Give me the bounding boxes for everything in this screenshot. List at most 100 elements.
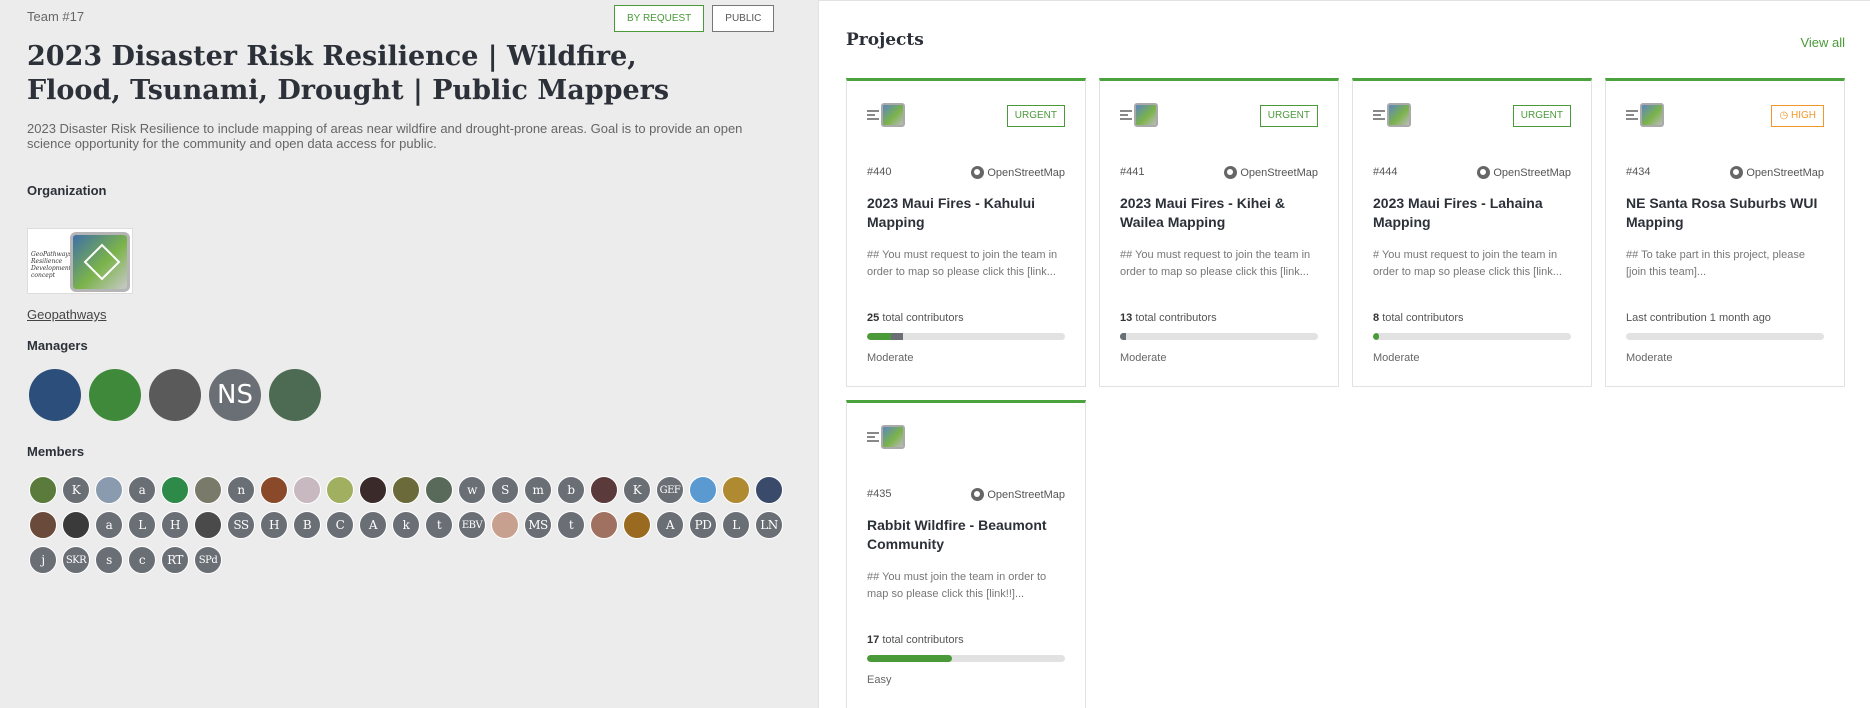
openstreetmap-icon (971, 166, 985, 179)
member-avatar[interactable]: SS (227, 511, 255, 539)
list-icon (1120, 110, 1132, 120)
member-avatar[interactable]: t (557, 511, 585, 539)
member-avatar[interactable] (623, 511, 651, 539)
member-avatar[interactable]: t (425, 511, 453, 539)
member-avatar[interactable]: MS (524, 511, 552, 539)
member-avatar[interactable] (161, 476, 189, 504)
project-card[interactable]: URGENT #440 OpenStreetMap 2023 Maui Fires -… (846, 78, 1086, 387)
member-avatar[interactable]: GEF (656, 476, 684, 504)
organization-logo[interactable]: GeoPathways Resilience Development conce… (27, 228, 133, 294)
last-contribution: Last contribution 1 month ago (1626, 312, 1771, 324)
project-title[interactable]: 2023 Maui Fires - Kihei & Wailea Mapping (1120, 194, 1318, 232)
member-avatar[interactable]: PD (689, 511, 717, 539)
member-avatar[interactable]: A (656, 511, 684, 539)
member-avatar[interactable] (62, 511, 90, 539)
manager-avatar[interactable] (269, 369, 321, 421)
team-details-panel: Team #17 BY REQUEST PUBLIC 2023 Disaster… (0, 0, 818, 708)
member-avatar[interactable] (95, 476, 123, 504)
contributors-info: 13 total contributors (1120, 312, 1318, 324)
difficulty-label: Moderate (1626, 352, 1673, 364)
contributor-count: 17 (867, 634, 880, 646)
member-avatar[interactable]: a (128, 476, 156, 504)
project-card[interactable]: ◷ HIGH #434 OpenStreetMap NE Santa Rosa Sub… (1605, 78, 1845, 387)
member-avatar[interactable]: K (62, 476, 90, 504)
priority-badge: URGENT (1512, 105, 1571, 127)
member-avatar[interactable]: L (128, 511, 156, 539)
member-avatar[interactable]: k (392, 511, 420, 539)
member-avatar[interactable]: L (722, 511, 750, 539)
member-avatar[interactable] (194, 476, 222, 504)
contributor-label: total contributors (882, 634, 964, 646)
member-avatar[interactable] (194, 511, 222, 539)
progress-bar (1626, 333, 1824, 340)
project-title[interactable]: NE Santa Rosa Suburbs WUI Mapping (1626, 194, 1824, 232)
public-tag: PUBLIC (712, 5, 775, 32)
member-avatar[interactable]: c (128, 546, 156, 574)
openstreetmap-icon (1224, 166, 1238, 179)
project-title[interactable]: 2023 Maui Fires - Lahaina Mapping (1373, 194, 1571, 232)
member-avatar[interactable]: m (524, 476, 552, 504)
member-avatar[interactable] (689, 476, 717, 504)
member-avatar[interactable] (392, 476, 420, 504)
member-avatar[interactable]: B (293, 511, 321, 539)
member-avatar[interactable]: RT (161, 546, 189, 574)
member-avatar[interactable]: n (227, 476, 255, 504)
member-avatar[interactable]: s (95, 546, 123, 574)
member-avatar[interactable] (425, 476, 453, 504)
member-avatar[interactable]: A (359, 511, 387, 539)
mapped-progress (867, 655, 953, 662)
project-card[interactable]: URGENT #441 OpenStreetMap 2023 Maui Fires -… (1099, 78, 1339, 387)
member-avatar[interactable] (590, 476, 618, 504)
member-avatar[interactable] (755, 476, 783, 504)
member-avatar[interactable] (491, 511, 519, 539)
member-avatar[interactable] (29, 511, 57, 539)
org-thumbnail (881, 103, 905, 127)
project-title[interactable]: 2023 Maui Fires - Kahului Mapping (867, 194, 1065, 232)
member-avatar[interactable]: EBV (458, 511, 486, 539)
member-avatar[interactable]: C (326, 511, 354, 539)
member-avatar[interactable]: SKR (62, 546, 90, 574)
member-avatar[interactable] (29, 476, 57, 504)
manager-avatar[interactable] (149, 369, 201, 421)
team-description: 2023 Disaster Risk Resilience to include… (27, 121, 743, 151)
member-avatar[interactable] (326, 476, 354, 504)
contributor-label: total contributors (882, 312, 964, 324)
manager-avatar[interactable] (29, 369, 81, 421)
member-avatar[interactable]: H (260, 511, 288, 539)
list-icon (867, 110, 879, 120)
member-avatar[interactable]: H (161, 511, 189, 539)
member-avatar[interactable]: a (95, 511, 123, 539)
project-meta: #441 OpenStreetMap (1120, 166, 1318, 179)
member-avatar[interactable] (260, 476, 288, 504)
progress-bar (867, 333, 1065, 340)
manager-avatar[interactable] (89, 369, 141, 421)
project-cards-grid: URGENT #440 OpenStreetMap 2023 Maui Fires -… (846, 78, 1845, 708)
member-avatar[interactable] (293, 476, 321, 504)
organization-heading: Organization (27, 183, 107, 198)
member-avatar[interactable]: j (29, 546, 57, 574)
project-logo (1626, 103, 1666, 129)
team-title: 2023 Disaster Risk Resilience | Wildfire… (27, 41, 670, 106)
member-avatar[interactable]: LN (755, 511, 783, 539)
member-avatar[interactable] (590, 511, 618, 539)
project-card[interactable]: URGENT #444 OpenStreetMap 2023 Maui Fires -… (1352, 78, 1592, 387)
member-avatar[interactable]: S (491, 476, 519, 504)
list-icon (1373, 110, 1385, 120)
member-avatar[interactable] (722, 476, 750, 504)
project-number: #441 (1120, 166, 1145, 178)
member-avatar[interactable]: w (458, 476, 486, 504)
organization-link[interactable]: Geopathways (27, 307, 107, 322)
member-avatar[interactable] (359, 476, 387, 504)
member-avatar[interactable]: K (623, 476, 651, 504)
members-list: Ka n w Sm b K GEF a L H SS H B C Ak t EBV MS t A PD L LN j SKR s c… (29, 476, 789, 574)
member-avatar[interactable]: b (557, 476, 585, 504)
view-all-link[interactable]: View all (1800, 35, 1845, 50)
project-logo (1373, 103, 1413, 129)
contributor-count: 8 (1373, 312, 1380, 324)
manager-avatar[interactable]: NS (209, 369, 261, 421)
member-avatar[interactable]: SPd (194, 546, 222, 574)
progress-bar (1373, 333, 1571, 340)
project-title[interactable]: Rabbit Wildfire - Beaumont Community (867, 516, 1065, 554)
project-card[interactable]: #435 OpenStreetMap Rabbit Wildfire - Beaum… (846, 400, 1086, 708)
osm-label: OpenStreetMap (1240, 166, 1318, 179)
